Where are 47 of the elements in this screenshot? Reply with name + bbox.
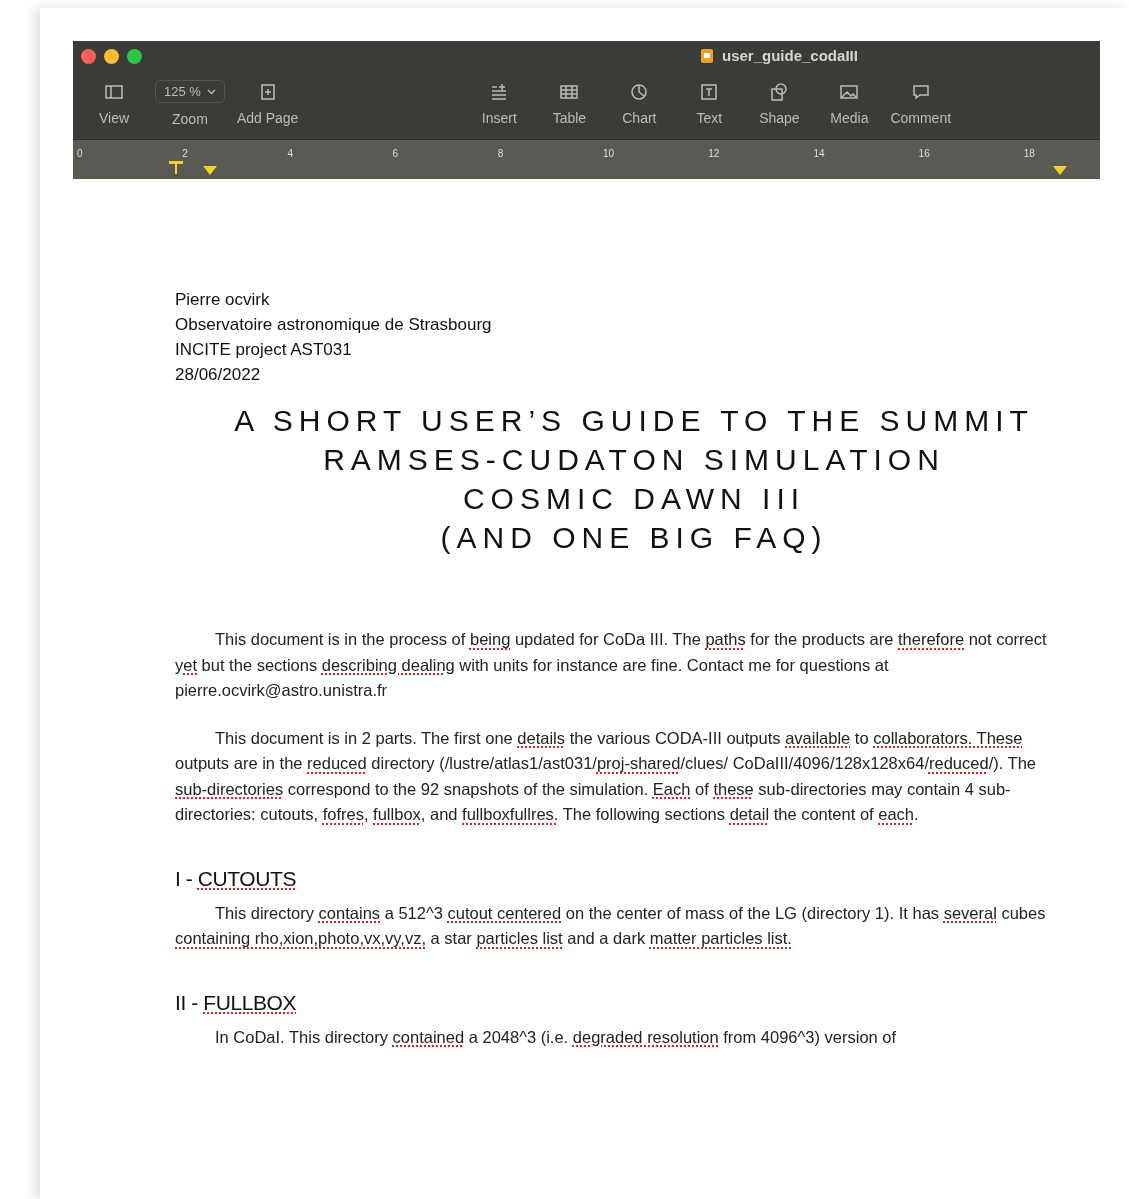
toolbar-button[interactable]: Text [680, 81, 739, 129]
close-button[interactable] [81, 48, 96, 64]
window-title: user_guide_codaIII [722, 45, 858, 66]
paragraph: This document is in 2 parts. The first one details the various CODA-III outputs available to collaborators. These outputs are in the reduced directory (/lustre/atlas1/ast031/proj-shared/clues/ CoDaIII/4096/128x128x64/reduced/). The sub-directories correspond to the 92 snapshots of the simulation. Each of these sub-directories may contain 4 sub-directories: cutouts, fofres, fullbox, and fullboxfullres. The following sections detail the content of each. [175, 727, 1037, 825]
title-line: (AND ONE BIG FAQ) [439, 520, 829, 556]
ruler-number: 10 [603, 147, 615, 161]
ruler[interactable]: 0 2 4 6 8 10 12 14 16 18 [73, 139, 1100, 179]
toolbar-button[interactable]: Add Page [236, 81, 299, 129]
zoom-button[interactable] [127, 48, 142, 64]
document-icon [700, 48, 714, 64]
indent-marker-icon[interactable] [203, 166, 217, 176]
title-line: A SHORT USER’S GUIDE TO THE SUMMIT [233, 403, 1035, 439]
toolbar-button[interactable]: Insert [470, 81, 529, 129]
toolbar-button[interactable]: Comment [890, 81, 952, 129]
author-line: 28/06/2022 [175, 364, 262, 386]
paragraph: This document is in the process of being updated for CoDa III. The paths for the products are therefore not correct yet but the sections describing dealing with units for instance are fine. Contact me for questions at pierre.ocvirk@astro.unistra.fr [175, 629, 1048, 701]
text-box-icon [699, 81, 720, 102]
shape-icon [769, 81, 790, 102]
title-line: RAMSES-CUDATON SIMULATION [322, 442, 946, 478]
author-line: Observatoire astronomique de Strasbourg [175, 314, 493, 336]
chevron-down-icon [206, 88, 216, 95]
paragraph: This directory contains a 512^3 cutout centered on the center of mass of the LG (directory 1). It has several cubes containing rho,xion,photo,vx,vy,vz, a star particles list and a dark matter particles list. [175, 902, 1047, 950]
ruler-number: 0 [77, 147, 83, 161]
ruler-number: 2 [182, 147, 188, 161]
minimize-button[interactable] [104, 48, 119, 64]
title-line: COSMIC DAWN III [461, 481, 807, 517]
author-line: INCITE project AST031 [175, 339, 353, 361]
toolbar-button[interactable]: Table [540, 81, 599, 129]
toolbar-button[interactable]: Chart [610, 81, 669, 129]
paragraph: In CoDaI. This directory contained a 2048^3 (i.e. degraded resolution from 4096^3) version of [214, 1026, 898, 1048]
ruler-number: 14 [813, 147, 825, 161]
tab-stop-icon[interactable] [168, 158, 184, 174]
chart-icon [629, 81, 650, 102]
ruler-number: 6 [392, 147, 399, 161]
zoom-dropdown[interactable]: 125 % Zoom [155, 79, 225, 131]
ruler-number: 4 [287, 147, 293, 161]
section-heading: II - FULLBOX [175, 989, 297, 1015]
author-line: Pierre ocvirk [175, 289, 271, 311]
toolbar-button[interactable]: View [85, 81, 143, 129]
ruler-number: 16 [918, 147, 930, 161]
toolbar-button[interactable]: Media [820, 81, 879, 129]
section-heading: I - CUTOUTS [175, 865, 297, 891]
ruler-number: 12 [708, 147, 720, 161]
ruler-number: 8 [497, 147, 504, 161]
indent-marker-icon[interactable] [1053, 166, 1067, 176]
toolbar-button[interactable]: Shape [750, 81, 809, 129]
ruler-number: 18 [1023, 147, 1035, 161]
